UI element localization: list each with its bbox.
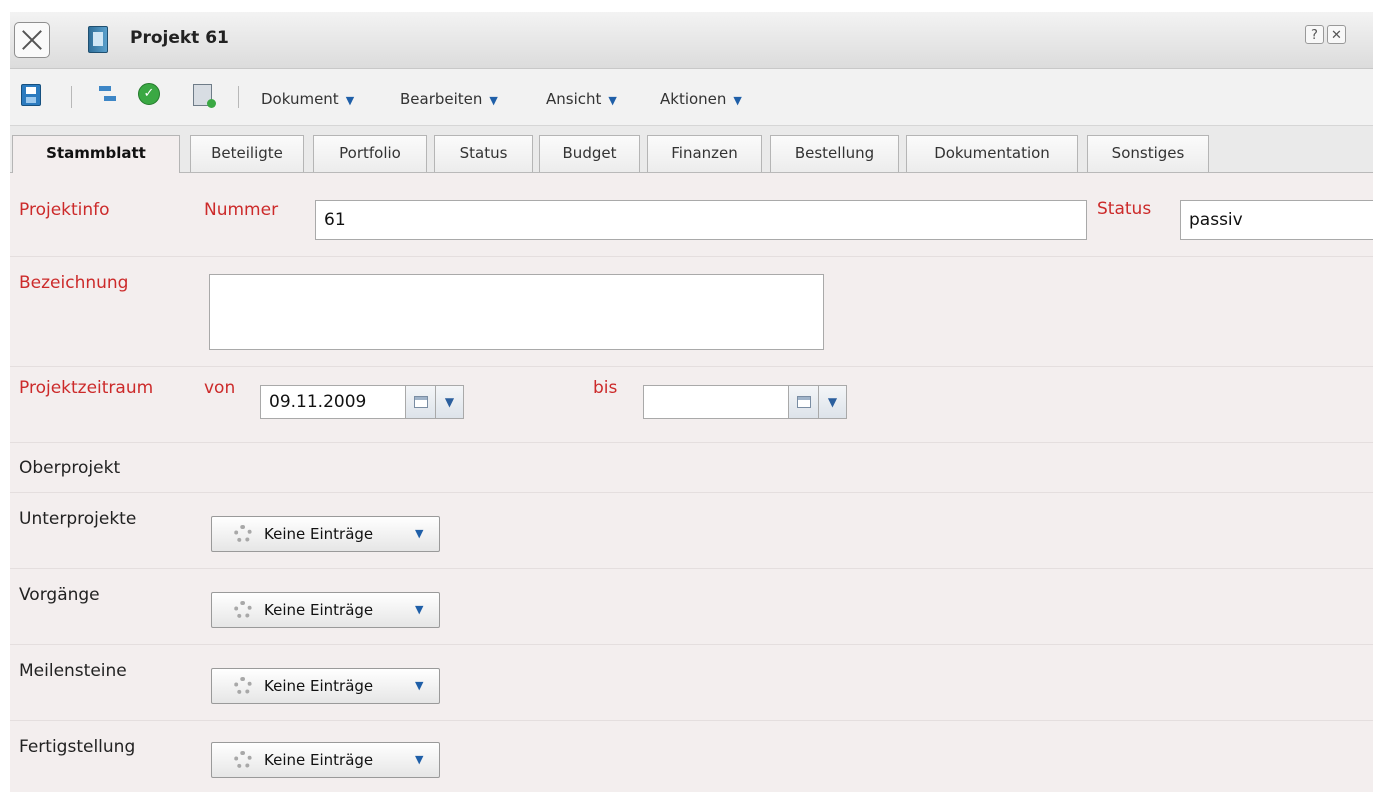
row-divider bbox=[10, 256, 1373, 257]
save-icon[interactable] bbox=[21, 84, 41, 106]
calendar-icon[interactable] bbox=[406, 385, 436, 419]
menu-aktionen[interactable]: Aktionen ▼ bbox=[660, 90, 742, 108]
help-button[interactable]: ? bbox=[1305, 25, 1324, 44]
gear-icon bbox=[234, 601, 252, 619]
close-button[interactable]: ✕ bbox=[1327, 25, 1346, 44]
unterprojekte-label: Unterprojekte bbox=[19, 509, 137, 529]
vorgaenge-label: Vorgänge bbox=[19, 585, 100, 605]
button-label: Keine Einträge bbox=[264, 677, 374, 695]
calculator-icon[interactable] bbox=[193, 84, 216, 108]
unterprojekte-dropdown-button[interactable]: Keine Einträge ▼ bbox=[211, 516, 440, 552]
status-label: Status bbox=[1097, 199, 1152, 219]
gear-icon bbox=[234, 677, 252, 695]
button-label: Keine Einträge bbox=[264, 751, 374, 769]
menu-label: Bearbeiten bbox=[400, 90, 483, 108]
chevron-down-icon: ▼ bbox=[415, 753, 424, 766]
tab-sonstiges[interactable]: Sonstiges bbox=[1087, 135, 1209, 172]
nummer-field[interactable] bbox=[315, 200, 1087, 240]
projektzeitraum-text: Projektzeitraum bbox=[19, 378, 154, 398]
hierarchy-icon[interactable] bbox=[98, 84, 118, 104]
chevron-down-icon: ▼ bbox=[415, 603, 424, 616]
tab-status[interactable]: Status bbox=[434, 135, 533, 172]
button-label: Keine Einträge bbox=[264, 601, 374, 619]
chevron-down-icon: ▼ bbox=[415, 679, 424, 692]
project-window: Projekt 61 ? ✕ ✓ Dokument ▼ Bearbeiten ▼ A… bbox=[10, 12, 1373, 792]
toolbar-separator bbox=[238, 86, 239, 108]
von-label: von bbox=[204, 378, 236, 398]
fertigstellung-label: Fertigstellung bbox=[19, 737, 136, 757]
check-icon[interactable]: ✓ bbox=[138, 83, 160, 105]
tab-finanzen[interactable]: Finanzen bbox=[647, 135, 762, 172]
tab-strip: Stammblatt Beteiligte Portfolio Status B… bbox=[10, 126, 1373, 173]
tab-portfolio[interactable]: Portfolio bbox=[313, 135, 427, 172]
toolbar: ✓ Dokument ▼ Bearbeiten ▼ Ansicht ▼ Aktione… bbox=[10, 69, 1373, 126]
button-label: Keine Einträge bbox=[264, 525, 374, 543]
meilensteine-dropdown-button[interactable]: Keine Einträge ▼ bbox=[211, 668, 440, 704]
status-field[interactable] bbox=[1180, 200, 1373, 240]
title-bar: Projekt 61 ? ✕ bbox=[10, 12, 1373, 69]
gear-icon bbox=[234, 751, 252, 769]
nummer-label: Nummer bbox=[204, 200, 279, 220]
row-divider bbox=[10, 720, 1373, 721]
bezeichnung-label: Bezeichnung bbox=[19, 273, 129, 293]
menu-bearbeiten[interactable]: Bearbeiten ▼ bbox=[400, 90, 498, 108]
calendar-icon[interactable] bbox=[789, 385, 819, 419]
tab-budget[interactable]: Budget bbox=[539, 135, 640, 172]
chevron-down-icon: ▼ bbox=[733, 94, 742, 107]
row-divider bbox=[10, 442, 1373, 443]
menu-label: Ansicht bbox=[546, 90, 602, 108]
toolbar-separator bbox=[71, 86, 72, 108]
tab-dokumentation[interactable]: Dokumentation bbox=[906, 135, 1078, 172]
von-dropdown-button[interactable]: ▼ bbox=[436, 385, 464, 419]
window-title: Projekt 61 bbox=[130, 28, 229, 48]
close-window-icon[interactable] bbox=[14, 22, 50, 58]
row-divider bbox=[10, 492, 1373, 493]
chevron-down-icon: ▼ bbox=[489, 94, 498, 107]
tab-beteiligte[interactable]: Beteiligte bbox=[190, 135, 304, 172]
bezeichnung-field[interactable] bbox=[209, 274, 824, 350]
tab-stammblatt[interactable]: Stammblatt bbox=[12, 135, 180, 173]
bis-label: bis bbox=[593, 378, 618, 398]
gear-icon bbox=[234, 525, 252, 543]
menu-label: Aktionen bbox=[660, 90, 727, 108]
row-divider bbox=[10, 644, 1373, 645]
tab-bestellung[interactable]: Bestellung bbox=[770, 135, 899, 172]
meilensteine-label: Meilensteine bbox=[19, 661, 127, 681]
fertigstellung-dropdown-button[interactable]: Keine Einträge ▼ bbox=[211, 742, 440, 778]
menu-ansicht[interactable]: Ansicht ▼ bbox=[546, 90, 617, 108]
document-icon bbox=[88, 26, 108, 53]
bis-dropdown-button[interactable]: ▼ bbox=[819, 385, 847, 419]
menu-dokument[interactable]: Dokument ▼ bbox=[261, 90, 354, 108]
chevron-down-icon: ▼ bbox=[608, 94, 617, 107]
row-divider bbox=[10, 366, 1373, 367]
bis-date-field[interactable] bbox=[643, 385, 789, 419]
von-date-field[interactable] bbox=[260, 385, 406, 419]
oberprojekt-label: Oberprojekt bbox=[19, 458, 121, 478]
vorgaenge-dropdown-button[interactable]: Keine Einträge ▼ bbox=[211, 592, 440, 628]
row-divider bbox=[10, 568, 1373, 569]
menu-label: Dokument bbox=[261, 90, 339, 108]
chevron-down-icon: ▼ bbox=[345, 94, 355, 107]
projektinfo-label: Projektinfo bbox=[19, 200, 110, 220]
chevron-down-icon: ▼ bbox=[415, 527, 424, 540]
